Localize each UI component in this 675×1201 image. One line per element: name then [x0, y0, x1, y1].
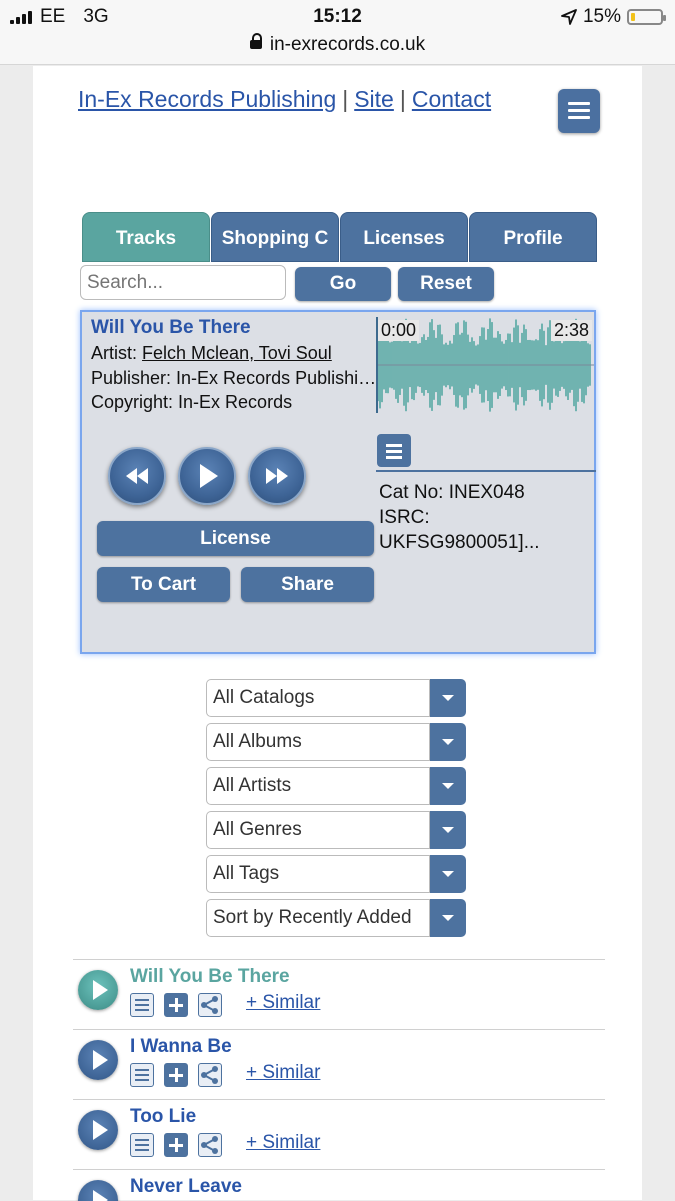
go-button[interactable]: Go [295, 267, 391, 301]
tab-shopping-cart[interactable]: Shopping C [211, 212, 339, 262]
page-content: In-Ex Records Publishing | Site | Contact Tr… [33, 66, 642, 1201]
to-cart-button[interactable]: To Cart [97, 567, 230, 602]
track-menu-button[interactable] [377, 434, 411, 467]
play-icon[interactable] [78, 1180, 118, 1201]
url-bar[interactable]: in-exrecords.co.uk [0, 33, 675, 65]
url-domain: in-exrecords.co.uk [269, 34, 426, 55]
track-name[interactable]: Never Leave [130, 1176, 242, 1198]
reset-button[interactable]: Reset [398, 267, 494, 301]
player-panel: Will You Be There Artist: Felch Mclean, … [80, 310, 596, 654]
list-icon[interactable] [130, 993, 154, 1017]
publisher-line: Publisher: In-Ex Records Publishi… [91, 368, 377, 388]
plus-icon[interactable] [164, 1063, 188, 1087]
chevron-down-icon[interactable] [430, 723, 466, 761]
list-item: Too Lie + Similar [73, 1099, 605, 1170]
tag-filter-value[interactable]: All Tags [206, 855, 430, 893]
chevron-down-icon[interactable] [430, 899, 466, 937]
catalog-filter[interactable]: All Catalogs [206, 679, 466, 717]
genre-filter-value[interactable]: All Genres [206, 811, 430, 849]
artist-label: Artist: [91, 343, 138, 363]
play-button[interactable] [178, 447, 236, 505]
link-site[interactable]: Site [354, 86, 394, 112]
license-button[interactable]: License [97, 521, 374, 556]
hamburger-menu-button[interactable] [558, 89, 600, 133]
status-bar: EE 3G 15:12 15% [0, 0, 675, 34]
similar-link[interactable]: + Similar [246, 1062, 320, 1084]
link-contact[interactable]: Contact [412, 86, 491, 112]
chevron-down-icon[interactable] [430, 767, 466, 805]
share-button[interactable]: Share [241, 567, 374, 602]
battery-percent: 15% [582, 6, 621, 27]
divider [376, 470, 596, 472]
location-arrow-icon [561, 9, 577, 25]
copyright-line: Copyright: In-Ex Records [91, 392, 293, 412]
list-icon[interactable] [130, 1063, 154, 1087]
similar-link[interactable]: + Similar [246, 992, 320, 1014]
tab-licenses[interactable]: Licenses [340, 212, 468, 262]
time-start: 0:00 [378, 320, 420, 341]
battery-icon [627, 9, 666, 25]
list-item: Will You Be There + Similar [73, 959, 605, 1030]
artist-line: Artist: Felch Mclean, Tovi Soul [91, 343, 332, 364]
play-icon [200, 464, 218, 488]
fast-forward-button[interactable] [248, 447, 306, 505]
share-icon[interactable] [198, 1133, 222, 1157]
tag-filter[interactable]: All Tags [206, 855, 466, 893]
catalog-filter-value[interactable]: All Catalogs [206, 679, 430, 717]
isrc-value: UKFSG9800051]... [379, 532, 540, 553]
album-filter-value[interactable]: All Albums [206, 723, 430, 761]
track-name[interactable]: I Wanna Be [130, 1036, 232, 1058]
list-item: Never Leave [73, 1169, 605, 1201]
rewind-button[interactable] [108, 447, 166, 505]
chevron-down-icon[interactable] [430, 679, 466, 717]
plus-icon[interactable] [164, 1133, 188, 1157]
separator: | [399, 86, 406, 112]
chevron-down-icon[interactable] [430, 811, 466, 849]
separator: | [342, 86, 349, 112]
sort-select-value[interactable]: Sort by Recently Added [206, 899, 430, 937]
list-icon[interactable] [130, 1133, 154, 1157]
tab-bar: Tracks Shopping C Licenses Profile [82, 212, 599, 262]
waveform[interactable]: 0:00 2:38 [376, 317, 594, 413]
artist-filter-value[interactable]: All Artists [206, 767, 430, 805]
track-name[interactable]: Will You Be There [130, 966, 290, 988]
list-item: I Wanna Be + Similar [73, 1029, 605, 1100]
album-filter[interactable]: All Albums [206, 723, 466, 761]
track-title: Will You Be There [91, 317, 251, 338]
chevron-down-icon[interactable] [430, 855, 466, 893]
play-icon[interactable] [78, 1110, 118, 1150]
similar-link[interactable]: + Similar [246, 1132, 320, 1154]
fast-forward-icon [266, 468, 288, 484]
sort-select[interactable]: Sort by Recently Added [206, 899, 466, 937]
play-icon[interactable] [78, 1040, 118, 1080]
search-input[interactable] [80, 265, 286, 300]
status-right: 15% [561, 6, 666, 28]
rewind-icon [126, 468, 148, 484]
share-icon[interactable] [198, 993, 222, 1017]
play-icon[interactable] [78, 970, 118, 1010]
artist-link[interactable]: Felch Mclean, Tovi Soul [142, 343, 332, 363]
top-nav-links: In-Ex Records Publishing | Site | Contact [78, 86, 491, 113]
cat-no: Cat No: INEX048 [379, 482, 525, 503]
artist-filter[interactable]: All Artists [206, 767, 466, 805]
tab-tracks[interactable]: Tracks [82, 212, 210, 262]
track-name[interactable]: Too Lie [130, 1106, 196, 1128]
lock-icon [249, 33, 262, 50]
genre-filter[interactable]: All Genres [206, 811, 466, 849]
share-icon[interactable] [198, 1063, 222, 1087]
isrc-label: ISRC: [379, 507, 430, 528]
plus-icon[interactable] [164, 993, 188, 1017]
time-end: 2:38 [550, 320, 592, 341]
tab-profile[interactable]: Profile [469, 212, 597, 262]
link-publishing[interactable]: In-Ex Records Publishing [78, 86, 336, 112]
